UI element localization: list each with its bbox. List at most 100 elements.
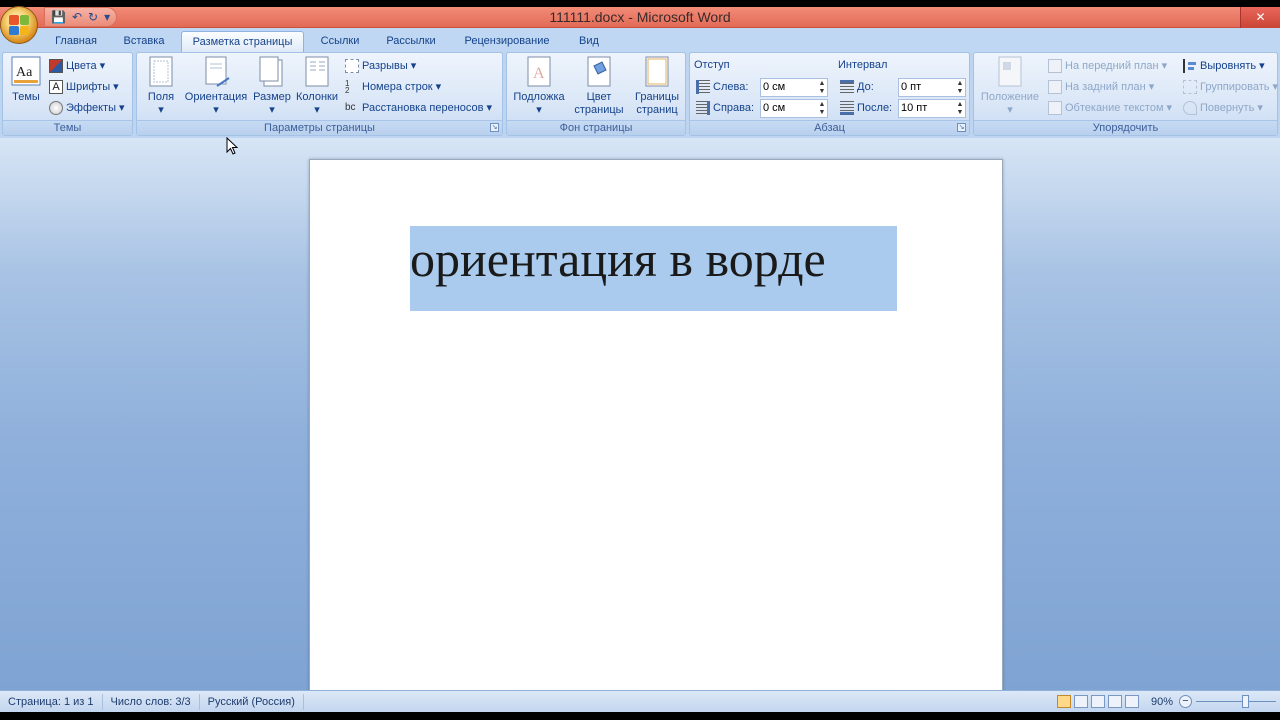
line-numbers-button[interactable]: 12 Номера строк ▾ [345, 78, 441, 96]
watermark-button[interactable]: A Подложка ▾ [511, 56, 567, 117]
tab-references[interactable]: Ссылки [310, 31, 370, 52]
group-objects-button[interactable]: Группировать ▾ [1183, 78, 1278, 96]
spacing-after-value: 10 пт [901, 102, 928, 114]
document-area[interactable]: ориентация в ворде [0, 138, 1280, 690]
document-text[interactable]: ориентация в ворде [410, 230, 897, 288]
spacing-title: Интервал [838, 59, 888, 71]
indent-right-input[interactable]: 0 см ▲ ▼ [760, 99, 828, 118]
group-themes: Aa Темы Цвета ▾ A Шрифты ▾ Эффекты ▾ Темы [2, 52, 133, 136]
orientation-button[interactable]: Ориентация ▾ [181, 56, 251, 117]
tab-home[interactable]: Главная [44, 31, 108, 52]
send-back-button[interactable]: На задний план ▾ [1048, 78, 1154, 96]
group-page-background-label: Фон страницы [507, 120, 685, 135]
spacing-before-input[interactable]: 0 пт ▲ ▼ [898, 78, 966, 97]
window-title: 111111.docx - Microsoft Word [549, 9, 731, 25]
spacing-after-spinner[interactable]: ▲ ▼ [956, 101, 964, 117]
group-objects-label: Группировать [1200, 81, 1270, 93]
margins-button[interactable]: Поля ▾ [143, 56, 179, 117]
office-button[interactable] [0, 6, 38, 44]
document-page[interactable]: ориентация в ворде [309, 159, 1003, 690]
group-paragraph: Отступ Слева: 0 см ▲ ▼ Справа: 0 см ▲ ▼ Ин… [689, 52, 970, 136]
watermark-icon: A [524, 56, 554, 88]
close-button[interactable]: ✕ [1240, 7, 1280, 28]
breaks-icon [345, 59, 359, 73]
page-borders-button[interactable]: Границы страниц [629, 56, 685, 117]
undo-icon[interactable]: ↶ [72, 8, 82, 26]
page-borders-label-1: Границы [635, 91, 679, 103]
draft-view-icon[interactable] [1124, 695, 1139, 708]
bottom-strip [0, 712, 1280, 720]
breaks-button[interactable]: Разрывы ▾ [345, 57, 416, 75]
full-screen-view-icon[interactable] [1073, 695, 1088, 708]
indent-right-value: 0 см [763, 102, 786, 114]
theme-colors-button[interactable]: Цвета ▾ [49, 57, 105, 75]
breaks-label: Разрывы [362, 60, 408, 72]
hyphenation-label: Расстановка переносов [362, 102, 484, 114]
group-arrange-label: Упорядочить [974, 120, 1277, 135]
group-arrange: Положение ▾ На передний план ▾ На задний п… [973, 52, 1278, 136]
spacing-before-spinner[interactable]: ▲ ▼ [956, 80, 964, 96]
page-color-label-1: Цвет [586, 91, 612, 103]
svg-text:Aa: Aa [16, 65, 33, 80]
bring-front-button[interactable]: На передний план ▾ [1048, 57, 1167, 75]
align-button[interactable]: Выровнять ▾ [1183, 57, 1265, 75]
line-numbers-icon: 12 [345, 79, 350, 95]
spacing-after-icon [840, 101, 854, 115]
outline-view-icon[interactable] [1107, 695, 1122, 708]
indent-left-icon [696, 80, 710, 94]
indent-left-spinner[interactable]: ▲ ▼ [818, 80, 826, 96]
tab-insert[interactable]: Вставка [112, 31, 176, 52]
size-button[interactable]: Размер ▾ [251, 56, 293, 117]
bring-front-icon [1048, 59, 1062, 73]
redo-icon[interactable]: ↻ [88, 8, 98, 26]
spacing-before-label-wrap: До: [840, 78, 874, 96]
wrap-text-icon [1048, 101, 1062, 115]
zoom-out-button[interactable]: − [1179, 695, 1192, 708]
effects-icon [49, 101, 63, 115]
page-borders-label-2: страниц [636, 104, 678, 116]
view-buttons [1056, 695, 1139, 708]
themes-button[interactable]: Aa Темы [7, 56, 45, 104]
wrap-text-button[interactable]: Обтекание текстом ▾ [1048, 99, 1172, 117]
orientation-icon [201, 56, 231, 88]
theme-effects-button[interactable]: Эффекты ▾ [49, 99, 125, 117]
page-borders-icon [642, 56, 672, 88]
indent-right-icon [696, 101, 710, 115]
indent-right-spinner[interactable]: ▲ ▼ [818, 101, 826, 117]
theme-fonts-button[interactable]: A Шрифты ▾ [49, 78, 119, 96]
zoom-slider[interactable] [1196, 695, 1276, 708]
align-label: Выровнять [1200, 60, 1257, 72]
zoom-level[interactable]: 90% [1151, 696, 1173, 708]
quick-access-toolbar: 💾 ↶ ↻ ▾ [44, 7, 118, 27]
rotate-button[interactable]: Повернуть ▾ [1183, 99, 1263, 117]
wrap-text-label: Обтекание текстом [1065, 102, 1164, 114]
indent-left-input[interactable]: 0 см ▲ ▼ [760, 78, 828, 97]
hyphenation-icon: bc [345, 102, 356, 113]
print-layout-view-icon[interactable] [1056, 695, 1071, 708]
save-icon[interactable]: 💾 [51, 8, 66, 26]
paragraph-launcher-icon[interactable]: ↘ [957, 123, 966, 132]
columns-button[interactable]: Колонки ▾ [293, 56, 341, 117]
tab-review[interactable]: Рецензирование [452, 31, 562, 52]
page-setup-launcher-icon[interactable]: ↘ [490, 123, 499, 132]
page-color-label-2: страницы [574, 104, 624, 116]
status-word-count[interactable]: Число слов: 3/3 [103, 693, 200, 710]
align-icon [1183, 59, 1197, 73]
status-language[interactable]: Русский (Россия) [200, 693, 304, 710]
hyphenation-button[interactable]: bc Расстановка переносов ▾ [345, 99, 492, 117]
tab-page-layout[interactable]: Разметка страницы [181, 31, 304, 52]
page-color-button[interactable]: Цвет страницы [569, 56, 629, 117]
indent-right-label-wrap: Справа: [696, 99, 754, 117]
columns-icon [302, 56, 332, 88]
zoom-slider-thumb[interactable] [1242, 695, 1249, 708]
spacing-after-input[interactable]: 10 пт ▲ ▼ [898, 99, 966, 118]
tab-view[interactable]: Вид [568, 31, 610, 52]
office-logo-icon [9, 15, 29, 35]
tab-mailings[interactable]: Рассылки [376, 31, 446, 52]
position-button[interactable]: Положение ▾ [978, 56, 1042, 117]
group-icon [1183, 80, 1197, 94]
themes-label: Темы [12, 91, 40, 103]
status-page[interactable]: Страница: 1 из 1 [0, 693, 103, 710]
web-layout-view-icon[interactable] [1090, 695, 1105, 708]
customize-qat-icon[interactable]: ▾ [104, 8, 110, 26]
